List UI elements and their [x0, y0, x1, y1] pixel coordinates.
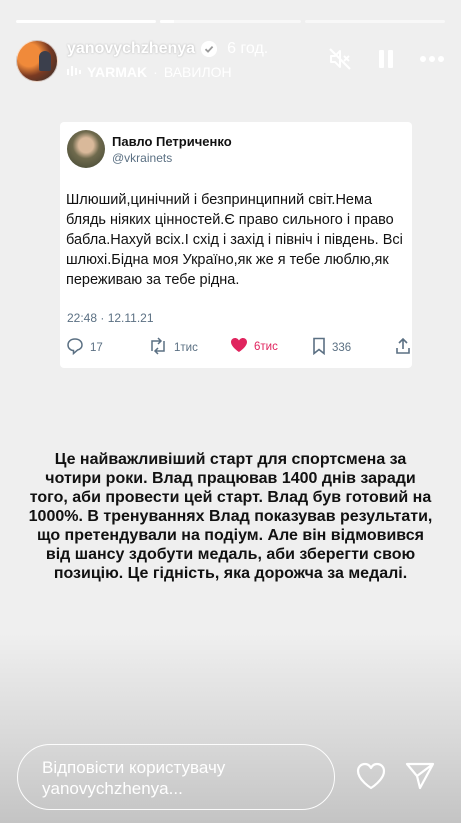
bookmark-count: 336	[332, 341, 352, 354]
tweet-bookmark-action: 336	[312, 337, 351, 358]
tweet-share-action	[395, 337, 411, 358]
share-icon	[395, 337, 411, 358]
story-progress	[16, 20, 445, 23]
tweet-text: Шлюший,цинічний і безпринципний світ.Нем…	[66, 192, 403, 288]
tweet-like-action: 6тис	[230, 337, 278, 356]
music-song: ВАВИЛОН	[163, 64, 232, 80]
tweet-actions: 17 1тис 6тис 336	[66, 337, 410, 359]
music-info[interactable]: YARMAK · ВАВИЛОН	[67, 64, 232, 80]
avatar[interactable]	[16, 40, 58, 82]
reply-placeholder-line2: yanovychzhenya...	[42, 779, 183, 798]
reply-placeholder-line1: Відповісти користувачу	[42, 758, 226, 777]
retweet-count: 1тис	[174, 341, 198, 354]
tweet-reply-action: 17	[66, 337, 103, 358]
reply-count: 17	[90, 341, 103, 354]
tweet-author-name: Павло Петриченко	[112, 134, 232, 149]
bookmark-icon	[312, 337, 326, 358]
tweet-card: Павло Петриченко @vkrainets Шлюший,циніч…	[60, 122, 412, 368]
story-caption: Це найважливіший старт для спортсмена за…	[28, 451, 433, 582]
music-artist: YARMAK	[87, 64, 148, 80]
tweet-retweet-action: 1тис	[148, 337, 198, 358]
music-separator: ·	[153, 64, 158, 80]
more-icon[interactable]	[419, 46, 445, 72]
progress-segment	[160, 20, 301, 23]
send-icon[interactable]	[404, 760, 436, 792]
time-ago: 6 год.	[227, 40, 269, 57]
like-count: 6тис	[254, 340, 278, 353]
retweet-icon	[148, 337, 168, 358]
pause-icon[interactable]	[373, 46, 399, 72]
muted-speaker-icon[interactable]	[327, 46, 353, 72]
audio-bars-icon	[67, 64, 81, 80]
reply-icon	[66, 337, 84, 358]
tweet-datetime: 22:48 · 12.11.21	[67, 311, 154, 325]
username[interactable]: yanovychzhenya	[67, 40, 195, 58]
tweet-avatar	[67, 130, 105, 168]
story-header: yanovychzhenya 6 год. YARMAK · ВАВИЛОН	[16, 38, 445, 82]
progress-segment	[16, 20, 157, 23]
story-view: yanovychzhenya 6 год. YARMAK · ВАВИЛОН П…	[0, 0, 461, 823]
progress-segment	[304, 20, 445, 23]
reply-input[interactable]: Відповісти користувачу yanovychzhenya...	[17, 744, 335, 810]
heart-icon	[230, 337, 248, 356]
tweet-author-handle: @vkrainets	[112, 151, 173, 165]
like-icon[interactable]	[355, 760, 387, 792]
verified-icon	[201, 41, 218, 57]
